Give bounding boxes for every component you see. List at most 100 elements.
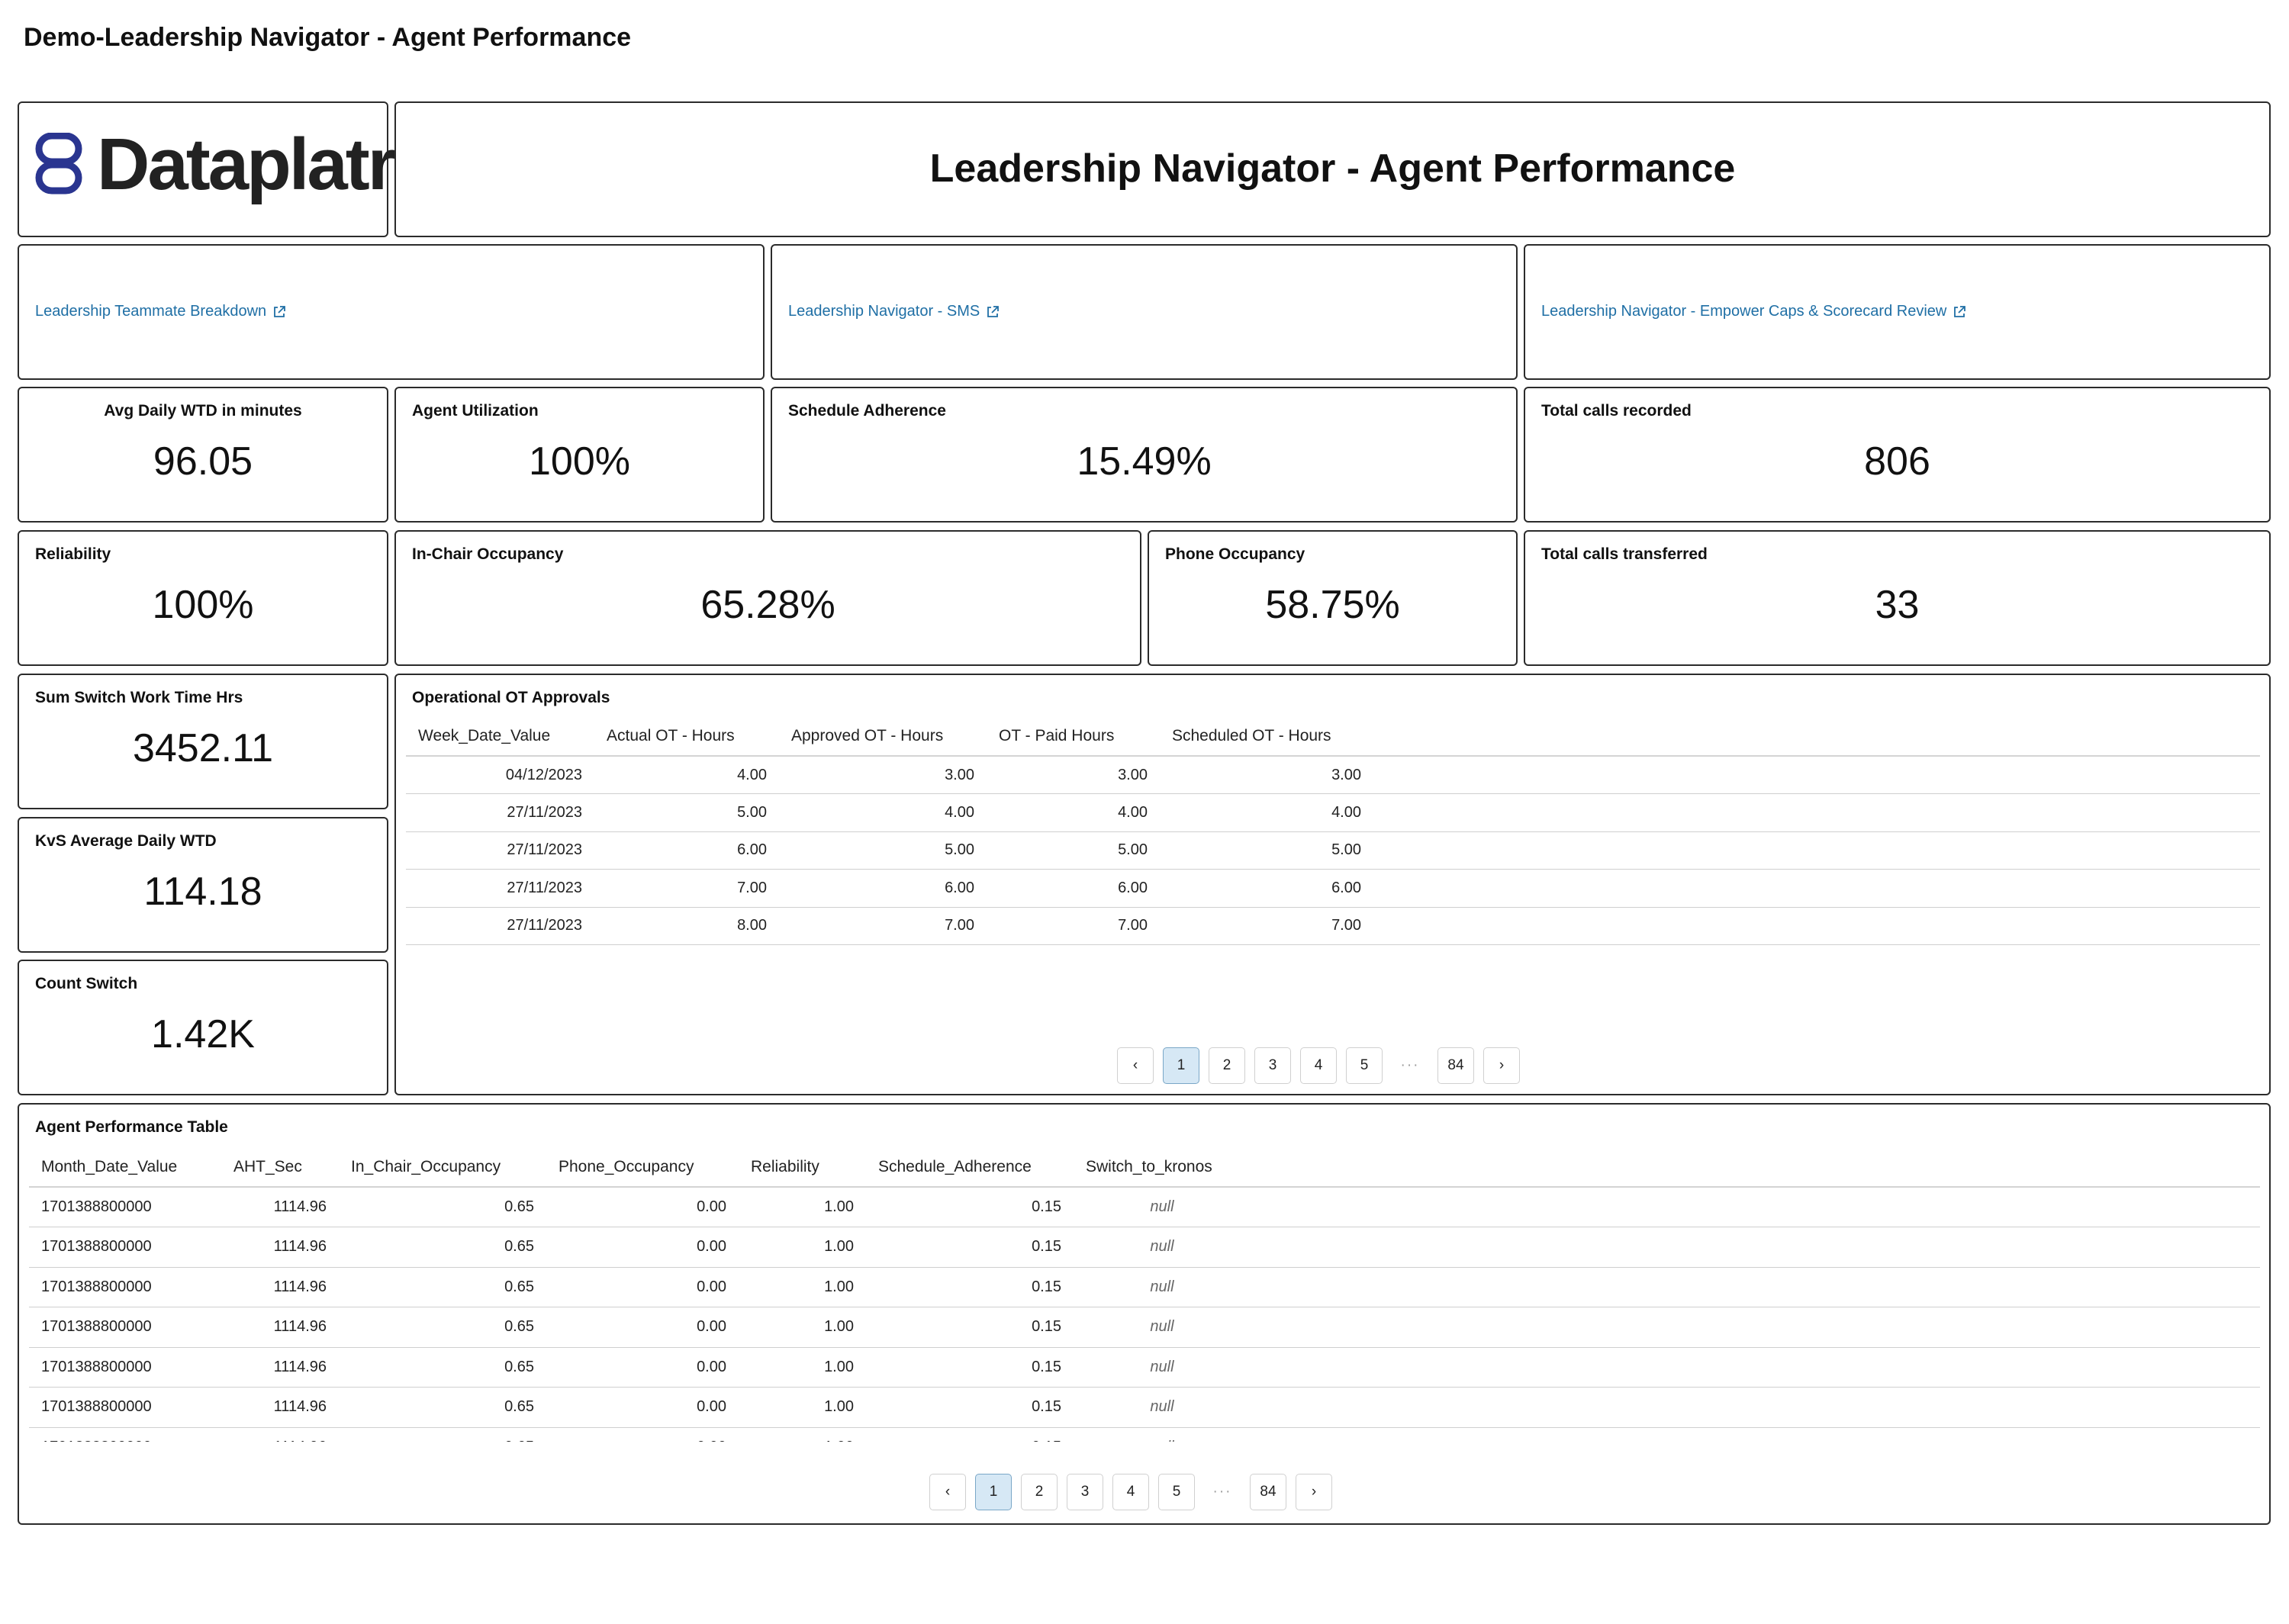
table-cell: 3.00 [987,756,1160,794]
table-cell-spacer [1373,944,2260,953]
table-cell: 0.65 [339,1227,546,1268]
table-cell: 0.65 [339,1427,546,1442]
metric-value: 100% [152,583,254,627]
table-row[interactable]: 17013888000001114.960.650.001.000.15null [29,1347,2260,1388]
table-cell: 6.00 [594,831,779,870]
column-header[interactable]: AHT_Sec [221,1148,339,1188]
column-spacer [1373,717,2260,757]
table-cell: 9.00 [594,944,779,953]
table-cell: 7.00 [987,907,1160,945]
metric-label: Phone Occupancy [1165,545,1305,563]
metric-label: KvS Average Daily WTD [35,832,217,850]
table-cell: 1114.96 [221,1227,339,1268]
column-header[interactable]: Phone_Occupancy [546,1148,739,1188]
table-cell: 1114.96 [221,1267,339,1307]
external-link-icon [987,305,1000,317]
metric-value: 806 [1864,439,1930,484]
column-header[interactable]: Actual OT - Hours [594,717,779,757]
page-button[interactable]: 3 [1067,1474,1103,1510]
table-cell-spacer [1251,1307,2260,1348]
table-cell: 0.15 [866,1307,1074,1348]
table-cell: 04/12/2023 [406,756,594,794]
pagination-ellipsis: ··· [1204,1474,1241,1510]
table-cell: 0.15 [866,1267,1074,1307]
page-button[interactable]: 1 [975,1474,1012,1510]
page-button[interactable]: 1 [1163,1047,1199,1084]
last-page-button[interactable]: 84 [1250,1474,1286,1510]
table-cell: 4.00 [987,793,1160,832]
table-cell: 1.00 [739,1187,866,1227]
metric-value: 15.49% [1077,439,1212,484]
table-row[interactable]: 27/11/2023 6.00 5.00 5.00 5.00 [406,831,2260,870]
table-cell-spacer [1251,1187,2260,1227]
table-header-row: Week_Date_Value Actual OT - Hours Approv… [406,717,2260,757]
table-row[interactable]: 17013888000001114.960.650.001.000.15null [29,1187,2260,1227]
table-cell: 5.00 [1160,831,1373,870]
table-cell: 5.00 [779,831,987,870]
page-button[interactable]: 5 [1158,1474,1195,1510]
metric-label: Avg Daily WTD in minutes [104,402,302,420]
column-header[interactable]: Switch_to_kronos [1074,1148,1251,1188]
metric-label: Total calls recorded [1541,402,1692,420]
column-header[interactable]: OT - Paid Hours [987,717,1160,757]
table-row[interactable]: 17013888000001114.960.650.001.000.15null [29,1387,2260,1428]
page-button[interactable]: 2 [1021,1474,1058,1510]
table-row[interactable]: 17013888000001114.960.650.001.000.15null [29,1307,2260,1348]
table-cell: 4.00 [779,793,987,832]
last-page-button[interactable]: 84 [1437,1047,1474,1084]
column-header[interactable]: Reliability [739,1148,866,1188]
table-cell: 1.00 [739,1387,866,1428]
page-button[interactable]: 3 [1254,1047,1291,1084]
page-title: Demo-Leadership Navigator - Agent Perfor… [24,23,632,52]
table-row[interactable]: 27/11/2023 8.00 7.00 7.00 7.00 [406,907,2260,945]
table-cell-spacer [1251,1267,2260,1307]
table-cell: 8.00 [594,907,779,945]
page-button[interactable]: 4 [1112,1474,1149,1510]
table-row[interactable]: 17013888000001114.960.650.001.000.15null [29,1267,2260,1307]
column-header[interactable]: Approved OT - Hours [779,717,987,757]
metric-value: 1.42K [151,1012,255,1056]
page-button[interactable]: 5 [1346,1047,1383,1084]
table-row[interactable]: 04/12/2023 4.00 3.00 3.00 3.00 [406,756,2260,794]
table-cell: 4.00 [1160,793,1373,832]
metric-value: 58.75% [1265,583,1400,627]
table-cell: 7.00 [594,869,779,908]
table-row[interactable]: 27/11/2023 5.00 4.00 4.00 4.00 [406,793,2260,832]
logo-text: Dataplatr [97,124,396,205]
link-navigator-sms[interactable]: Leadership Navigator - SMS [788,303,1000,320]
column-header[interactable]: Week_Date_Value [406,717,594,757]
table-cell: 0.00 [546,1387,739,1428]
page-button[interactable]: 4 [1300,1047,1337,1084]
link-empower-caps-scorecard[interactable]: Leadership Navigator - Empower Caps & Sc… [1541,303,1966,320]
table-row[interactable]: 27/11/2023 7.00 6.00 6.00 6.00 [406,869,2260,908]
table-cell: 27/11/2023 [406,907,594,945]
table-cell-spacer [1251,1427,2260,1442]
page-button[interactable]: 2 [1209,1047,1245,1084]
link-teammate-breakdown[interactable]: Leadership Teammate Breakdown [35,303,286,320]
table-cell: 1701388800000 [29,1187,221,1227]
agent-pagination: ‹ 1 2 3 4 5 ··· 84 › [929,1474,1332,1510]
column-header[interactable]: In_Chair_Occupancy [339,1148,546,1188]
pagination-ellipsis: ··· [1392,1047,1428,1084]
table-row[interactable]: 17013888000001114.960.650.001.000.15null [29,1227,2260,1268]
table-cell: 5.00 [594,793,779,832]
agent-table-scroll[interactable]: Month_Date_Value AHT_Sec In_Chair_Occupa… [29,1148,2260,1442]
prev-page-button[interactable]: ‹ [1117,1047,1154,1084]
ot-table: Week_Date_Value Actual OT - Hours Approv… [406,717,2260,953]
table-cell: null [1074,1387,1251,1428]
table-cell-spacer [1373,907,2260,945]
table-cell: 27/11/2023 [406,831,594,870]
hero-title: Leadership Navigator - Agent Performance [929,146,1736,191]
table-row[interactable]: 17013888000001114.960.650.001.000.15null [29,1427,2260,1442]
table-cell: 0.65 [339,1187,546,1227]
metric-phone-occupancy: Phone Occupancy 58.75% [1148,530,1518,666]
next-page-button[interactable]: › [1296,1474,1332,1510]
table-row[interactable]: 04/12/20239.008.008.008.00 [406,944,2260,953]
next-page-button[interactable]: › [1483,1047,1520,1084]
prev-page-button[interactable]: ‹ [929,1474,966,1510]
column-header[interactable]: Schedule_Adherence [866,1148,1074,1188]
ot-table-scroll[interactable]: Week_Date_Value Actual OT - Hours Approv… [406,717,2260,953]
column-header[interactable]: Scheduled OT - Hours [1160,717,1373,757]
table-cell: 6.00 [987,869,1160,908]
column-header[interactable]: Month_Date_Value [29,1148,221,1188]
